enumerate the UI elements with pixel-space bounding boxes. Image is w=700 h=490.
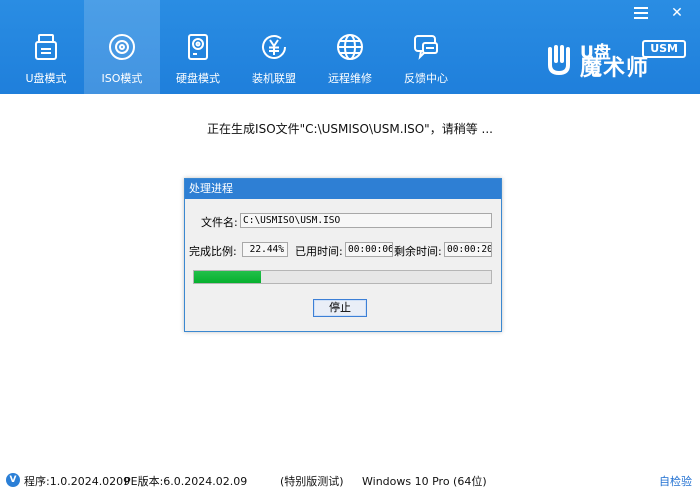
elapsed-label: 已用时间: bbox=[295, 245, 343, 258]
elapsed-field: 00:00:06 bbox=[345, 242, 393, 257]
pe-version: PE版本:6.0.2024.02.09 bbox=[124, 475, 248, 488]
remaining-field: 00:00:20 bbox=[444, 242, 492, 257]
self-check-link[interactable]: 自检验 bbox=[659, 473, 692, 489]
program-version: 程序:1.0.2024.0209 bbox=[24, 475, 131, 488]
hard-disk-icon bbox=[188, 34, 208, 60]
remaining-label: 剩余时间: bbox=[394, 245, 442, 258]
os-label: Windows 10 Pro (64位) bbox=[362, 475, 487, 488]
close-icon[interactable]: ✕ bbox=[668, 6, 686, 20]
stop-button[interactable]: 停止 bbox=[313, 299, 367, 317]
nav-item-remote-repair[interactable]: 远程维修 bbox=[312, 0, 388, 94]
window-controls: ✕ bbox=[632, 6, 686, 20]
usm-logo: U盘 USM 魔术师 bbox=[542, 38, 686, 82]
ratio-label: 完成比例: bbox=[189, 245, 237, 258]
nav-item-usb-mode[interactable]: U盘模式 bbox=[8, 0, 84, 94]
yen-coin-icon bbox=[262, 35, 286, 59]
nav-label: 硬盘模式 bbox=[176, 72, 220, 85]
nav-item-install-alliance[interactable]: 装机联盟 bbox=[236, 0, 312, 94]
version-badge-icon: V bbox=[6, 473, 20, 487]
usb-drive-icon bbox=[35, 34, 57, 60]
nav-item-feedback[interactable]: 反馈中心 bbox=[388, 0, 464, 94]
chat-bubble-icon bbox=[414, 35, 438, 60]
progress-dialog: 处理进程 文件名: C:\USMISO\USM.ISO 完成比例: 22.44%… bbox=[184, 178, 502, 332]
status-bar: V 程序:1.0.2024.0209 PE版本:6.0.2024.02.09 (… bbox=[0, 470, 700, 490]
globe-icon bbox=[337, 34, 363, 60]
filename-label: 文件名: bbox=[201, 216, 238, 229]
ratio-field: 22.44% bbox=[242, 242, 288, 257]
top-header: ✕ U盘模式 ISO模式 硬盘模式 装机联盟 远程维修 反馈中心 U盘 USM … bbox=[0, 0, 700, 94]
nav-item-iso-mode[interactable]: ISO模式 bbox=[84, 0, 160, 94]
nav-label: 远程维修 bbox=[328, 72, 372, 85]
nav-label: 反馈中心 bbox=[404, 72, 448, 85]
usm-logo-icon bbox=[548, 45, 570, 76]
logo-main-text: 魔术师 bbox=[580, 56, 650, 81]
progress-bar bbox=[193, 270, 492, 284]
disc-icon bbox=[109, 34, 135, 60]
edition-label: (特别版测试) bbox=[280, 475, 344, 488]
dialog-title: 处理进程 bbox=[185, 179, 501, 199]
nav-label: U盘模式 bbox=[25, 72, 67, 85]
status-message: 正在生成ISO文件"C:\USMISO\USM.ISO"，请稍等 ... bbox=[207, 122, 493, 136]
logo-wordmark: U盘 USM 魔术师 bbox=[580, 38, 686, 82]
hamburger-icon[interactable] bbox=[632, 6, 650, 20]
mode-nav: U盘模式 ISO模式 硬盘模式 装机联盟 远程维修 反馈中心 bbox=[8, 0, 464, 94]
nav-label: 装机联盟 bbox=[252, 72, 296, 85]
filename-field: C:\USMISO\USM.ISO bbox=[240, 213, 492, 228]
nav-item-disk-mode[interactable]: 硬盘模式 bbox=[160, 0, 236, 94]
nav-label: ISO模式 bbox=[101, 72, 143, 85]
progress-fill bbox=[194, 271, 261, 283]
